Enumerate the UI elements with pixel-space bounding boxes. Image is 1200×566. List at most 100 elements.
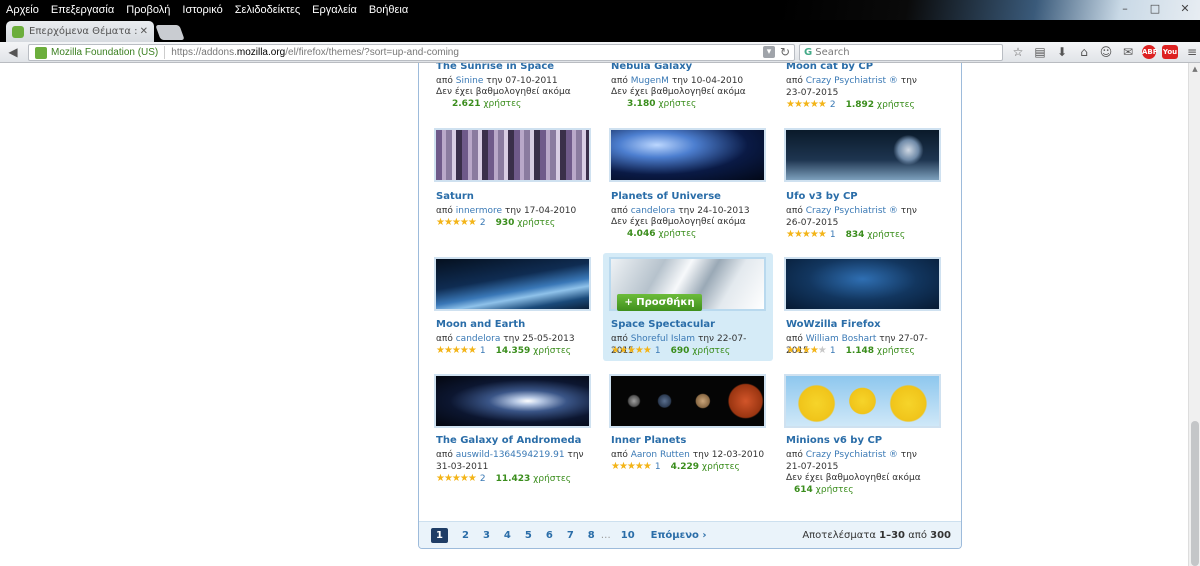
theme-author[interactable]: Crazy Psychiatrist ® (806, 206, 898, 216)
theme-author[interactable]: Shoreful Islam (631, 334, 695, 344)
menu-edit[interactable]: Επεξεργασία (51, 4, 114, 16)
menu-help[interactable]: Βοήθεια (369, 4, 408, 16)
page-link[interactable]: 2 (462, 530, 469, 541)
theme-name[interactable]: WoWzilla Firefox (786, 319, 881, 330)
chat-icon[interactable]: ✉ (1120, 45, 1136, 59)
theme-author[interactable]: auswild-1364594219.91 (456, 450, 565, 460)
theme-name[interactable]: Minions v6 by CP (786, 435, 882, 446)
minimize-icon[interactable]: – (1110, 0, 1140, 18)
review-count[interactable]: 1 (655, 462, 661, 472)
theme-preview-image[interactable] (434, 374, 591, 428)
tab-active[interactable]: Επερχόμενα Θέματα :: Π... ✕ (6, 21, 154, 42)
theme-name[interactable]: Space Spectacular (611, 319, 715, 330)
page-link[interactable]: 3 (483, 530, 490, 541)
theme-card[interactable]: The Sunrise in Space από Sinine την 07-1… (428, 63, 598, 113)
close-window-icon[interactable]: ✕ (1170, 0, 1200, 18)
menu-tools[interactable]: Εργαλεία (312, 4, 357, 16)
url-text: https://addons.mozilla.org/el/firefox/th… (171, 47, 459, 58)
theme-card[interactable]: Moon and Earth από candelora την 25-05-2… (428, 254, 598, 362)
theme-card[interactable]: Nebula Galaxy από MugenM την 10-04-2010 … (603, 63, 773, 113)
theme-author[interactable]: candelora (456, 334, 501, 344)
menu-bookmarks[interactable]: Σελιδοδείκτες (235, 4, 300, 16)
identity-icon[interactable] (35, 46, 47, 59)
menu-file[interactable]: Αρχείο (6, 4, 39, 16)
theme-preview-image[interactable] (434, 128, 591, 182)
theme-author[interactable]: innermore (456, 206, 502, 216)
maximize-icon[interactable]: □ (1140, 0, 1170, 18)
home-icon[interactable]: ⌂ (1076, 45, 1092, 59)
theme-card[interactable]: The Galaxy of Andromeda από auswild-1364… (428, 371, 598, 496)
theme-preview-image[interactable] (784, 257, 941, 311)
review-count[interactable]: 1 (830, 230, 836, 240)
review-count[interactable]: 1 (655, 346, 661, 356)
page-link[interactable]: 7 (567, 530, 574, 541)
reload-icon[interactable]: ↻ (779, 46, 791, 58)
theme-author[interactable]: Aaron Rutten (631, 450, 690, 460)
search-engine-icon[interactable]: G (804, 47, 812, 58)
page-link[interactable]: 5 (525, 530, 532, 541)
add-theme-button[interactable]: + Προσθήκη (617, 294, 702, 311)
menu-history[interactable]: Ιστορικό (182, 4, 222, 16)
theme-author[interactable]: William Boshart (806, 334, 877, 344)
bookmark-star-icon[interactable]: ☆ (1010, 45, 1026, 59)
address-bar[interactable]: Mozilla Foundation (US) https://addons.m… (28, 44, 795, 61)
theme-author[interactable]: candelora (631, 206, 676, 216)
theme-card-hovered[interactable]: + Προσθήκη Space Spectacular από Shorefu… (603, 253, 773, 361)
scroll-up-icon[interactable]: ▲ (1189, 63, 1200, 75)
theme-name[interactable]: Moon cat by CP (786, 63, 873, 72)
reader-icon[interactable]: ▾ (763, 46, 775, 58)
theme-preview-image[interactable] (784, 374, 941, 428)
page-scrollbar[interactable]: ▲ (1188, 63, 1200, 566)
theme-card[interactable]: WoWzilla Firefox από William Boshart την… (778, 254, 948, 362)
theme-rating: ★★★★★ 2 11.423 χρήστες (436, 473, 571, 484)
theme-name[interactable]: Nebula Galaxy (611, 63, 692, 72)
new-tab-button[interactable] (155, 25, 185, 40)
menu-view[interactable]: Προβολή (126, 4, 170, 16)
theme-card[interactable]: Inner Planets από Aaron Rutten την 12-03… (603, 371, 773, 496)
theme-preview-image[interactable] (784, 128, 941, 182)
scrollbar-thumb[interactable] (1191, 421, 1199, 566)
review-count[interactable]: 2 (480, 474, 486, 484)
theme-card[interactable]: Ufo v3 by CP από Crazy Psychiatrist ® τη… (778, 125, 948, 240)
theme-name[interactable]: Ufo v3 by CP (786, 191, 858, 202)
theme-author[interactable]: Crazy Psychiatrist ® (806, 76, 898, 86)
review-count[interactable]: 2 (480, 218, 486, 228)
page-link[interactable]: 6 (546, 530, 553, 541)
page-link[interactable]: 8 (588, 530, 595, 541)
theme-users: 930 χρήστες (495, 217, 556, 228)
review-count[interactable]: 1 (480, 346, 486, 356)
theme-preview-image[interactable] (434, 257, 591, 311)
page-link-current[interactable]: 1 (431, 528, 448, 543)
next-page-link[interactable]: Επόμενο › (651, 530, 707, 541)
theme-name[interactable]: Saturn (436, 191, 474, 202)
youtube-icon[interactable]: You (1162, 45, 1178, 59)
theme-name[interactable]: The Sunrise in Space (436, 63, 554, 72)
theme-preview-image[interactable] (609, 128, 766, 182)
theme-name[interactable]: Planets of Universe (611, 191, 721, 202)
theme-author[interactable]: MugenM (631, 76, 669, 86)
theme-name[interactable]: Moon and Earth (436, 319, 525, 330)
theme-author[interactable]: Sinine (456, 76, 484, 86)
theme-name[interactable]: The Galaxy of Andromeda (436, 435, 581, 446)
theme-card[interactable]: Planets of Universe από candelora την 24… (603, 125, 773, 240)
back-arrow-icon[interactable]: ◀ (0, 43, 26, 61)
review-count[interactable]: 2 (830, 100, 836, 110)
search-input[interactable]: G Search (799, 44, 1003, 61)
theme-author[interactable]: Crazy Psychiatrist ® (806, 450, 898, 460)
page-link[interactable]: 4 (504, 530, 511, 541)
page-link-last[interactable]: 10 (621, 530, 635, 541)
bookmarks-list-icon[interactable]: ▤ (1032, 45, 1048, 59)
theme-preview-image[interactable]: + Προσθήκη (609, 257, 766, 311)
menu-hamburger-icon[interactable]: ≡ (1184, 45, 1200, 59)
theme-name[interactable]: Inner Planets (611, 435, 686, 446)
close-tab-icon[interactable]: ✕ (140, 26, 148, 37)
theme-card[interactable]: Saturn από innermore την 17-04-2010 ★★★★… (428, 125, 598, 240)
adblock-icon[interactable]: ABP (1142, 45, 1158, 59)
theme-preview-image[interactable] (609, 374, 766, 428)
review-count[interactable]: 1 (830, 346, 836, 356)
smiley-icon[interactable]: ☺ (1098, 45, 1114, 59)
download-icon[interactable]: ⬇ (1054, 45, 1070, 59)
theme-card[interactable]: Minions v6 by CP από Crazy Psychiatrist … (778, 371, 948, 496)
theme-users: 690 χρήστες (670, 345, 731, 356)
theme-card[interactable]: Moon cat by CP από Crazy Psychiatrist ® … (778, 63, 948, 113)
